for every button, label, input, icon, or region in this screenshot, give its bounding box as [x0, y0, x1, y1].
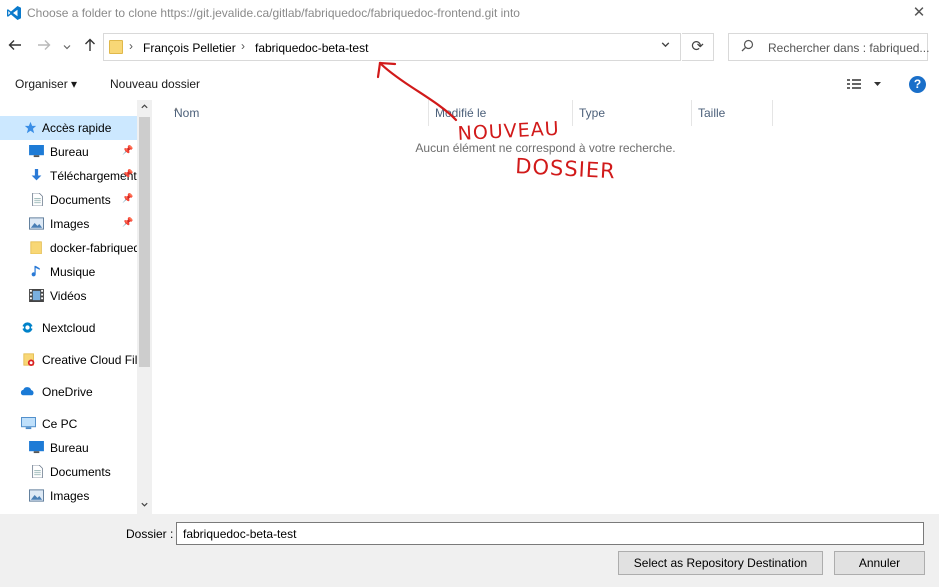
document-icon	[32, 465, 43, 478]
creative-cloud-icon	[23, 353, 35, 366]
breadcrumb-current-folder[interactable]: fabriquedoc-beta-test	[255, 41, 368, 55]
column-header-name[interactable]: Nom ^	[168, 100, 429, 126]
sidebar-item-this-pc[interactable]: Ce PC	[0, 412, 137, 436]
sidebar-item-images[interactable]: Images 📌	[0, 212, 137, 236]
desktop-icon	[29, 145, 44, 158]
sidebar-item-videos[interactable]: Vidéos	[0, 284, 137, 308]
title-bar: Choose a folder to clone https://git.jev…	[0, 0, 939, 26]
pin-icon: 📌	[122, 169, 134, 179]
image-icon	[29, 217, 44, 230]
help-icon[interactable]: ?	[909, 76, 926, 93]
cancel-button[interactable]: Annuler	[834, 551, 925, 575]
computer-icon	[21, 417, 36, 430]
sidebar-item-creative-cloud[interactable]: Creative Cloud Files	[0, 348, 137, 372]
close-icon[interactable]: ✕	[905, 2, 933, 24]
music-icon	[31, 265, 40, 277]
sidebar-scrollbar[interactable]	[137, 100, 152, 514]
refresh-icon[interactable]: ⟳	[682, 33, 714, 61]
file-list[interactable]: Nom ^ Modifié le Type Taille Aucun éléme…	[152, 100, 939, 514]
search-icon	[741, 39, 754, 55]
navigation-pane: Accès rapide Bureau 📌 Téléchargements 📌 …	[0, 100, 152, 514]
sidebar-item-music[interactable]: Musique	[0, 260, 137, 284]
star-icon	[24, 121, 37, 134]
pin-icon: 📌	[122, 145, 134, 155]
arrow-left-icon[interactable]	[6, 38, 24, 56]
sidebar-item-desktop-pc[interactable]: Bureau	[0, 436, 137, 460]
chevron-down-icon[interactable]	[61, 38, 73, 56]
sidebar-item-images-pc[interactable]: Images	[0, 484, 137, 508]
folder-icon	[30, 241, 42, 254]
sidebar-item-quick-access[interactable]: Accès rapide	[0, 116, 137, 140]
desktop-icon	[29, 441, 44, 454]
download-icon	[31, 169, 42, 181]
folder-name-input[interactable]: fabriquedoc-beta-test	[176, 522, 924, 545]
window-title: Choose a folder to clone https://git.jev…	[27, 6, 520, 20]
document-icon	[32, 193, 43, 206]
column-header-type[interactable]: Type	[573, 100, 692, 126]
arrow-right-icon[interactable]	[35, 38, 53, 56]
pin-icon: 📌	[122, 217, 134, 227]
new-folder-button[interactable]: Nouveau dossier	[110, 77, 200, 91]
sort-arrow-icon: ^	[174, 106, 179, 116]
chevron-up-icon[interactable]	[140, 102, 149, 113]
image-icon	[29, 489, 44, 502]
organize-button[interactable]: Organiser ▾	[15, 77, 77, 91]
chevron-down-icon[interactable]	[660, 39, 671, 53]
address-bar[interactable]: › François Pelletier › fabriquedoc-beta-…	[103, 33, 681, 61]
vscode-icon	[7, 6, 21, 20]
sidebar-item-docker-folder[interactable]: docker-fabriquedoc	[0, 236, 137, 260]
view-options-icon[interactable]	[846, 77, 886, 91]
sidebar-item-documents[interactable]: Documents 📌	[0, 188, 137, 212]
select-repository-destination-button[interactable]: Select as Repository Destination	[618, 551, 823, 575]
column-header-modified[interactable]: Modifié le	[429, 100, 573, 126]
breadcrumb-user[interactable]: François Pelletier	[143, 41, 236, 55]
search-box[interactable]: Rechercher dans : fabriqued...	[728, 33, 929, 61]
sidebar-item-nextcloud[interactable]: Nextcloud	[0, 316, 137, 340]
column-header-size[interactable]: Taille	[692, 100, 773, 126]
scrollbar-thumb[interactable]	[139, 117, 150, 367]
arrow-up-icon[interactable]	[81, 38, 99, 56]
video-icon	[29, 289, 44, 302]
pin-icon: 📌	[122, 193, 134, 203]
chevron-right-icon[interactable]: ›	[241, 39, 245, 53]
dialog-footer: Dossier : fabriquedoc-beta-test Select a…	[0, 514, 939, 587]
folder-label: Dossier :	[126, 527, 174, 541]
folder-icon	[109, 40, 123, 54]
navigation-bar: › François Pelletier › fabriquedoc-beta-…	[0, 30, 939, 64]
sidebar-item-desktop[interactable]: Bureau 📌	[0, 140, 137, 164]
empty-message: Aucun élément ne correspond à votre rech…	[415, 141, 676, 155]
sidebar-item-onedrive[interactable]: OneDrive	[0, 380, 137, 404]
command-bar: Organiser ▾ Nouveau dossier ?	[0, 68, 939, 98]
sidebar-item-documents-pc[interactable]: Documents	[0, 460, 137, 484]
nextcloud-icon	[21, 322, 34, 333]
sidebar-item-downloads[interactable]: Téléchargements 📌	[0, 164, 137, 188]
chevron-right-icon[interactable]: ›	[129, 39, 133, 53]
onedrive-icon	[20, 387, 34, 396]
search-placeholder[interactable]: Rechercher dans : fabriqued...	[768, 41, 929, 55]
chevron-down-icon[interactable]	[140, 500, 149, 511]
